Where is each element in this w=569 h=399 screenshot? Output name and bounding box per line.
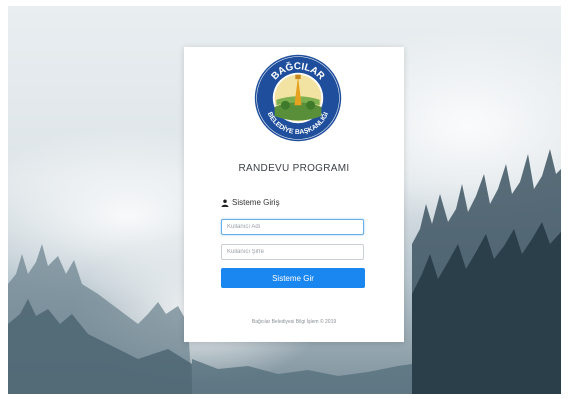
app-title: RANDEVU PROGRAMI [238,163,350,174]
username-input[interactable] [221,219,364,235]
login-button[interactable]: Sisteme Gir [221,268,365,288]
password-input[interactable] [221,244,364,260]
login-button-label: Sisteme Gir [272,273,314,283]
login-heading: Sisteme Giriş [221,198,280,207]
municipality-logo: BAĞCILAR BELEDİYE BAŞKANLIĞI [254,54,342,142]
login-heading-label: Sisteme Giriş [232,198,280,207]
footer-text: Bağcılar Belediyesi Bilgi İşlem © 2019 [251,319,337,325]
login-card: BAĞCILAR BELEDİYE BAŞKANLIĞI RANDEVU PRO… [184,47,404,342]
user-icon [221,199,229,207]
